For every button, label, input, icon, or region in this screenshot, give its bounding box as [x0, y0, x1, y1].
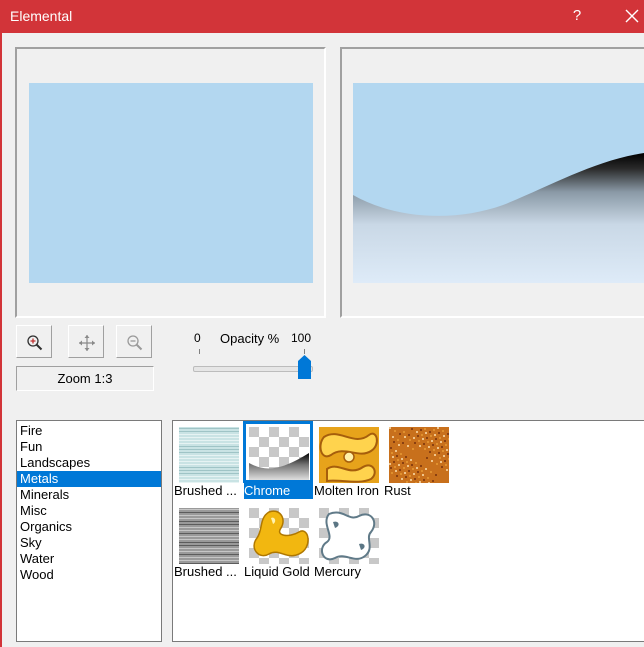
swatch-mercury[interactable]: Mercury: [313, 502, 383, 580]
swatch-rust[interactable]: Rust: [383, 421, 453, 499]
rust-icon: [389, 427, 449, 483]
swatch-label: Molten Iron: [314, 483, 380, 498]
opacity-slider-track[interactable]: [193, 366, 313, 372]
swatch-label: Chrome: [244, 483, 313, 499]
swatch-label: Rust: [384, 483, 411, 498]
opacity-min-label: 0: [194, 331, 201, 345]
swatch-liquid-gold[interactable]: Liquid Gold: [243, 502, 313, 580]
zoom-out-button[interactable]: [116, 325, 152, 358]
category-item-landscapes[interactable]: Landscapes: [17, 455, 161, 471]
opacity-max-label: 100: [291, 331, 312, 345]
before-preview[interactable]: [15, 47, 326, 318]
category-item-sky[interactable]: Sky: [17, 535, 161, 551]
mercury-icon: [319, 508, 379, 564]
category-item-water[interactable]: Water: [17, 551, 161, 567]
zoom-out-icon: [127, 335, 143, 351]
liquid-gold-icon: [249, 508, 309, 564]
help-button[interactable]: ?: [568, 5, 586, 27]
window-title: Elemental: [10, 8, 73, 24]
category-item-organics[interactable]: Organics: [17, 519, 161, 535]
swatch-molten-iron[interactable]: Molten Iron: [313, 421, 383, 499]
opacity-slider-thumb[interactable]: [298, 355, 311, 379]
slider-tick-max: [304, 349, 305, 354]
zoom-in-icon: [27, 335, 43, 351]
zoom-level-display: Zoom 1:3: [16, 366, 154, 391]
category-item-wood[interactable]: Wood: [17, 567, 161, 583]
brushed-metal-light-icon: [179, 427, 239, 483]
category-item-metals[interactable]: Metals: [17, 471, 161, 487]
category-list[interactable]: Fire Fun Landscapes Metals Minerals Misc Organ…: [16, 420, 162, 642]
swatch-chrome[interactable]: Chrome: [243, 421, 313, 499]
brushed-metal-dark-icon: [179, 508, 239, 564]
after-preview-canvas: [353, 83, 644, 283]
swatch-brushed-metal-dark[interactable]: Brushed ...: [173, 502, 243, 580]
swatch-label: Brushed ...: [174, 564, 237, 579]
zoom-in-button[interactable]: [16, 325, 52, 358]
pan-button[interactable]: [68, 325, 104, 358]
category-item-fire[interactable]: Fire: [17, 423, 161, 439]
category-item-misc[interactable]: Misc: [17, 503, 161, 519]
selection-frame: [243, 421, 313, 483]
category-item-minerals[interactable]: Minerals: [17, 487, 161, 503]
close-button[interactable]: [620, 3, 644, 29]
after-preview[interactable]: [340, 47, 644, 318]
swatch-brushed-metal-light[interactable]: Brushed ...: [173, 421, 243, 499]
molten-iron-icon: [319, 427, 379, 483]
swatch-label: Mercury: [314, 564, 361, 579]
move-icon: [79, 335, 95, 351]
close-icon: [625, 9, 639, 23]
window-border: [0, 33, 2, 647]
slider-tick-min: [199, 349, 200, 354]
swatch-label: Liquid Gold: [244, 564, 310, 579]
effect-swatch-panel[interactable]: Brushed ... Chrome Molten Iron Rust Brushed …: [172, 420, 644, 642]
before-preview-canvas: [29, 83, 313, 283]
category-item-fun[interactable]: Fun: [17, 439, 161, 455]
title-bar: Elemental ?: [0, 0, 644, 33]
swatch-label: Brushed ...: [174, 483, 237, 498]
opacity-label: Opacity %: [220, 331, 280, 346]
